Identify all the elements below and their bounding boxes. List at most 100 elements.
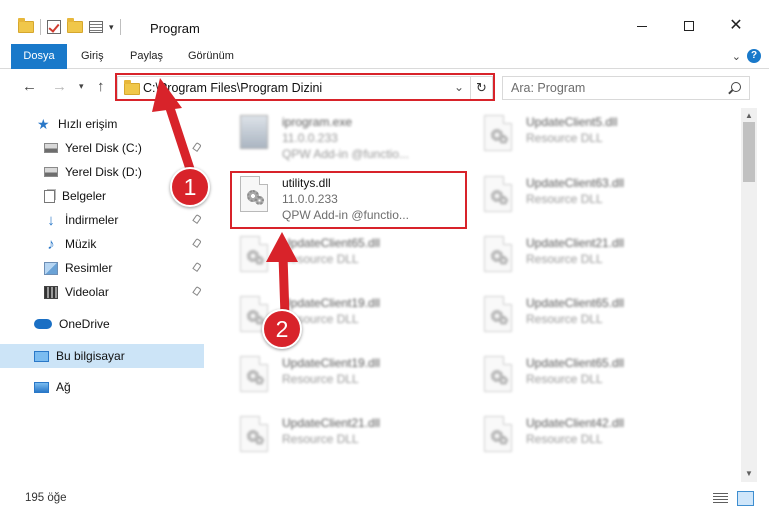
refresh-icon[interactable]: ↻ — [470, 77, 492, 99]
up-arrow-icon[interactable]: ↑ — [97, 78, 105, 95]
tab-home[interactable]: Giriş — [81, 44, 104, 69]
sidebar-item-disk-c[interactable]: Yerel Disk (C:) — [0, 137, 204, 159]
navigation-bar: ← → ▾ ↑ C:\Program Files\Program Dizini … — [0, 69, 769, 105]
file-name: UpdateClient5.dll — [526, 115, 618, 129]
sidebar-item-label: Bu bilgisayar — [56, 349, 125, 363]
dll-file-icon — [240, 236, 272, 276]
file-description: QPW Add-in @functio... — [282, 147, 409, 161]
cloud-icon — [34, 319, 52, 329]
step-badge-2: 2 — [262, 309, 302, 349]
details-view-icon[interactable] — [713, 493, 728, 505]
file-item[interactable]: UpdateClient5.dll Resource DLL — [480, 110, 710, 166]
address-bar[interactable]: C:\Program Files\Program Dizini ⌄ ↻ — [117, 76, 493, 100]
recent-locations-chevron-icon[interactable]: ▾ — [79, 81, 84, 92]
file-type: Resource DLL — [526, 192, 603, 206]
file-name: UpdateClient42.dll — [526, 416, 625, 430]
dll-file-icon — [484, 356, 516, 396]
file-type: Resource DLL — [526, 312, 603, 326]
scroll-thumb[interactable] — [743, 122, 755, 182]
tab-file[interactable]: Dosya — [11, 44, 67, 69]
pin-icon[interactable] — [192, 286, 202, 296]
sidebar-item-this-pc[interactable]: Bu bilgisayar — [0, 344, 204, 368]
help-icon[interactable]: ? — [747, 49, 761, 63]
file-item[interactable]: UpdateClient65.dll Resource DLL — [236, 231, 466, 287]
pin-icon[interactable] — [192, 262, 202, 272]
file-item[interactable]: UpdateClient19.dll Resource DLL — [236, 351, 466, 407]
expand-ribbon-chevron-icon[interactable]: ⌄ — [732, 50, 741, 63]
large-icons-view-icon[interactable] — [737, 491, 754, 506]
file-version: 11.0.0.233 — [282, 192, 338, 206]
sidebar-item-videos[interactable]: Videolar — [0, 281, 204, 303]
sidebar-item-label: OneDrive — [59, 317, 110, 331]
navigation-pane: ★ Hızlı erişim Yerel Disk (C:) Yerel Dis… — [0, 108, 206, 482]
close-icon: ✕ — [729, 17, 743, 34]
file-name: UpdateClient19.dll — [282, 356, 381, 370]
properties-icon[interactable] — [89, 21, 103, 33]
sidebar-item-music[interactable]: ♪ Müzik — [0, 233, 204, 255]
address-folder-icon — [124, 80, 140, 95]
file-type: Resource DLL — [526, 131, 603, 145]
dll-file-icon — [484, 296, 516, 336]
window-title: Program — [150, 21, 200, 36]
pin-icon[interactable] — [192, 214, 202, 224]
back-arrow-icon[interactable]: ← — [22, 78, 37, 95]
dll-file-icon — [484, 416, 516, 456]
sidebar-item-pictures[interactable]: Resimler — [0, 257, 204, 279]
close-button[interactable]: ✕ — [727, 17, 745, 35]
quick-access-toolbar: ▾ — [18, 18, 121, 35]
sidebar-item-label: Hızlı erişim — [58, 117, 118, 131]
search-placeholder[interactable]: Ara: Program — [511, 81, 585, 95]
file-name: UpdateClient21.dll — [526, 236, 625, 250]
network-icon — [34, 381, 49, 393]
file-item[interactable]: UpdateClient21.dll Resource DLL — [480, 231, 710, 287]
scroll-down-icon[interactable]: ▼ — [741, 466, 757, 482]
search-box[interactable]: Ara: Program — [502, 76, 750, 100]
new-folder-icon[interactable] — [67, 18, 83, 33]
title-bar: ▾ Program ✕ — [0, 0, 769, 44]
address-path[interactable]: C:\Program Files\Program Dizini — [143, 81, 322, 95]
sidebar-item-downloads[interactable]: ↓ İndirmeler — [0, 209, 204, 231]
file-name: UpdateClient65.dll — [526, 356, 625, 370]
customize-toolbar-chevron-icon[interactable]: ▾ — [109, 22, 114, 33]
disk-icon — [44, 167, 58, 177]
file-type: Resource DLL — [526, 252, 603, 266]
pin-icon[interactable] — [192, 142, 202, 152]
sidebar-item-label: Belgeler — [62, 189, 107, 203]
pin-icon[interactable] — [192, 238, 202, 248]
file-type: Resource DLL — [282, 372, 359, 386]
forward-arrow-icon[interactable]: → — [52, 78, 67, 95]
sidebar-item-label: Videolar — [65, 285, 109, 299]
file-description: QPW Add-in @functio... — [282, 208, 409, 222]
file-item[interactable]: UpdateClient21.dll Resource DLL — [236, 411, 466, 467]
file-item-utilitys[interactable]: utilitys.dll 11.0.0.233 QPW Add-in @func… — [236, 171, 466, 227]
file-item[interactable]: UpdateClient65.dll Resource DLL — [480, 291, 710, 347]
file-name: UpdateClient63.dll — [526, 176, 625, 190]
videos-icon — [44, 285, 58, 299]
search-icon[interactable] — [731, 82, 741, 92]
tab-view[interactable]: Görünüm — [188, 44, 234, 69]
file-item[interactable]: UpdateClient63.dll Resource DLL — [480, 171, 710, 227]
file-type: Resource DLL — [526, 372, 603, 386]
vertical-scrollbar[interactable]: ▲ ▼ — [741, 108, 757, 482]
file-item[interactable]: UpdateClient65.dll Resource DLL — [480, 351, 710, 407]
sidebar-item-label: Yerel Disk (D:) — [65, 165, 142, 179]
file-version: 11.0.0.233 — [282, 131, 338, 145]
file-item[interactable]: iprogram.exe 11.0.0.233 QPW Add-in @func… — [236, 110, 466, 166]
sidebar-item-label: Resimler — [65, 261, 113, 275]
dll-file-icon — [484, 236, 516, 276]
dll-file-icon — [484, 176, 516, 216]
dll-file-icon — [240, 356, 272, 396]
file-item[interactable]: UpdateClient42.dll Resource DLL — [480, 411, 710, 467]
music-icon: ♪ — [47, 235, 55, 253]
minimize-button[interactable] — [633, 17, 651, 35]
properties-check-icon[interactable] — [47, 20, 61, 34]
sidebar-item-network[interactable]: Ağ — [0, 376, 204, 398]
item-count: 195 öğe — [25, 492, 67, 504]
address-history-chevron-icon[interactable]: ⌄ — [454, 80, 464, 94]
maximize-button[interactable] — [680, 17, 698, 35]
maximize-icon — [684, 21, 694, 31]
tab-share[interactable]: Paylaş — [130, 44, 163, 69]
documents-icon — [44, 189, 55, 203]
sidebar-item-quick-access[interactable]: ★ Hızlı erişim — [0, 113, 204, 135]
sidebar-item-onedrive[interactable]: OneDrive — [0, 313, 204, 335]
